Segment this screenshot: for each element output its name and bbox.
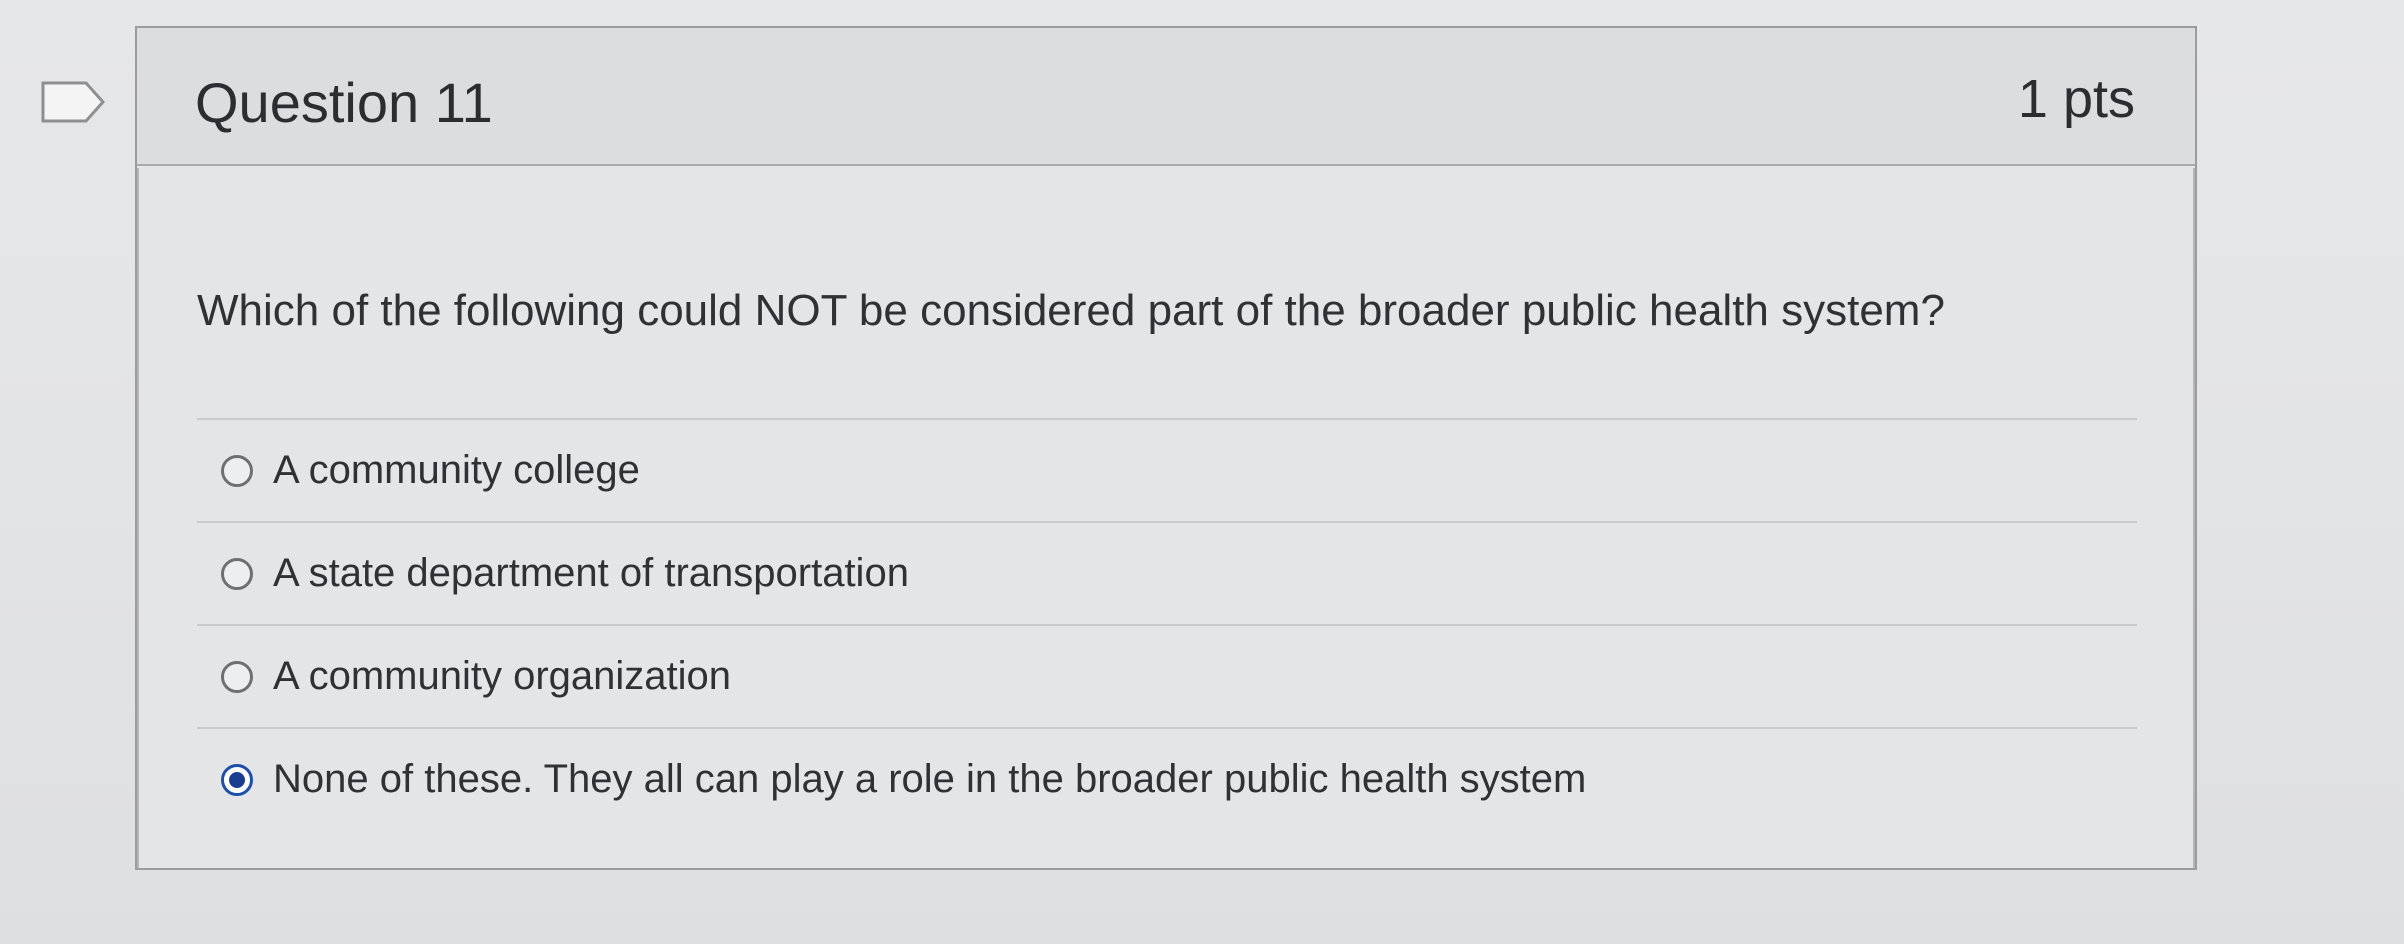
- answer-label[interactable]: None of these. They all can play a role …: [273, 757, 1586, 802]
- answer-label[interactable]: A community college: [273, 448, 640, 493]
- radio-button[interactable]: [221, 454, 253, 487]
- answer-option[interactable]: A state department of transportation: [197, 521, 2137, 624]
- radio-button[interactable]: [221, 660, 253, 693]
- answer-label[interactable]: A state department of transportation: [273, 551, 909, 596]
- answer-option[interactable]: A community organization: [197, 624, 2137, 727]
- answer-list: A community college A state department o…: [197, 418, 2137, 830]
- question-body: Which of the following could NOT be cons…: [137, 168, 2195, 868]
- answer-option-selected[interactable]: None of these. They all can play a role …: [197, 727, 2137, 830]
- question-title: Question 11: [195, 71, 493, 134]
- radio-button-selected[interactable]: [221, 763, 253, 796]
- question-text: Which of the following could NOT be cons…: [197, 286, 1945, 335]
- radio-button[interactable]: [221, 557, 253, 590]
- flag-question-icon[interactable]: [40, 80, 106, 124]
- page: Question 11 1 pts Which of the following…: [0, 0, 2404, 944]
- question-points: 1 pts: [2017, 69, 2135, 129]
- question-header: Question 11 1 pts: [137, 28, 2195, 166]
- answer-label[interactable]: A community organization: [273, 654, 731, 699]
- question-card: Question 11 1 pts Which of the following…: [135, 26, 2197, 870]
- answer-option[interactable]: A community college: [197, 418, 2137, 521]
